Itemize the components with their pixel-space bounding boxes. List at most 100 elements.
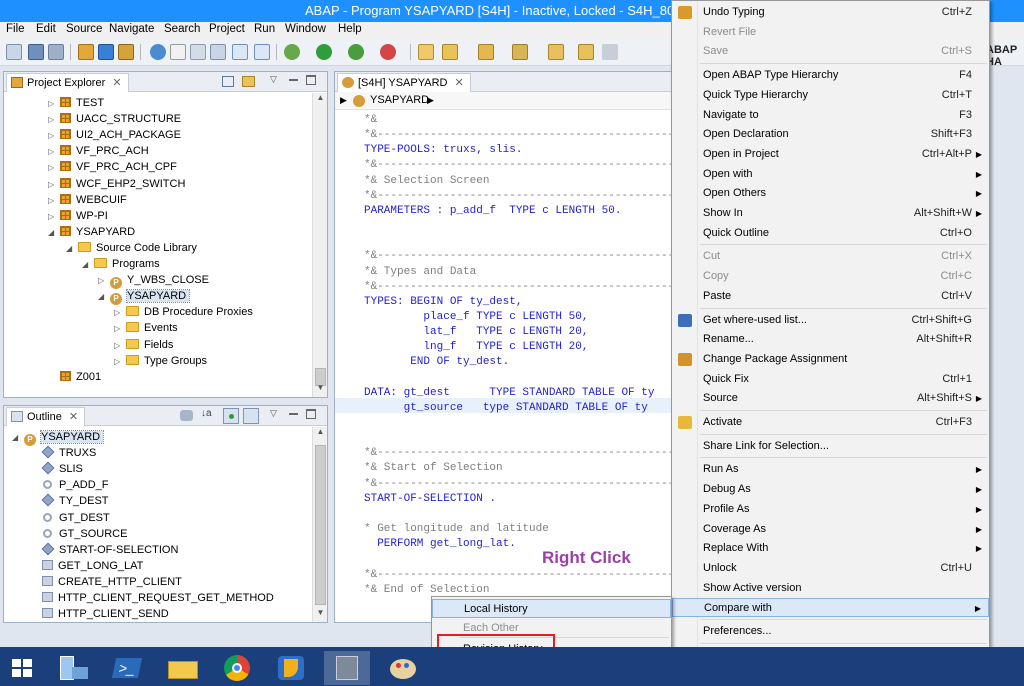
menu-item-share-link-for-selection[interactable]: Share Link for Selection... [672, 437, 989, 456]
tree-item[interactable]: ▷ WEBCUIF [48, 192, 127, 208]
menu-item-show-active-version[interactable]: Show Active version [672, 579, 989, 598]
menu-item-run-as[interactable]: Run As ▶ [672, 460, 989, 479]
expand-arrow-icon[interactable]: ▷ [98, 273, 108, 289]
menu-item-unlock[interactable]: Unlock Ctrl+U [672, 559, 989, 578]
scroll-down-icon[interactable]: ▼ [313, 608, 328, 622]
project-explorer-tab[interactable]: Project Explorer ✕ [6, 73, 129, 92]
filter-nonpublic-icon[interactable] [243, 408, 259, 424]
tree-item[interactable]: ▷ Type Groups [114, 353, 207, 369]
breadcrumb-arrow-icon[interactable]: ▶ [340, 95, 347, 106]
toggle-search-icon[interactable] [254, 44, 270, 60]
tree-item[interactable]: ▷ TEST [48, 95, 104, 111]
tree-item[interactable]: ◢ P YSAPYARD [98, 288, 191, 306]
debug-config-icon[interactable] [118, 44, 134, 60]
toggle-mark-icon[interactable] [232, 44, 248, 60]
breadcrumb-label[interactable]: YSAPYARD [370, 94, 429, 106]
menu-window[interactable]: Window [285, 23, 326, 35]
tree-item[interactable]: ▷ UACC_STRUCTURE [48, 111, 181, 127]
menu-item-quick-type-hierarchy[interactable]: Quick Type Hierarchy Ctrl+T [672, 86, 989, 105]
activate-icon[interactable] [210, 44, 226, 60]
expand-arrow-icon[interactable]: ▷ [48, 209, 58, 225]
expand-arrow-icon[interactable]: ▷ [48, 112, 58, 128]
menu-source[interactable]: Source [66, 23, 102, 35]
file-explorer-icon[interactable] [160, 651, 206, 685]
menu-project[interactable]: Project [209, 23, 245, 35]
menu-search[interactable]: Search [164, 23, 200, 35]
view-menu-icon[interactable]: ▽ [270, 74, 277, 85]
collapse-arrow-icon[interactable]: ◢ [98, 289, 108, 305]
open-package-icon[interactable] [78, 44, 94, 60]
menu-item-activate[interactable]: Activate Ctrl+F3 [672, 413, 989, 432]
menu-item-show-in[interactable]: Show In Alt+Shift+W ▶ [672, 204, 989, 223]
outline-item[interactable]: HTTP_CLIENT_REQUEST_GET_METHOD [40, 590, 274, 606]
code-area[interactable]: *& *&------------------------------------… [335, 111, 679, 622]
windows-start-icon[interactable] [0, 651, 46, 685]
tree-item[interactable]: ◢ Programs [82, 256, 160, 272]
tree-item[interactable]: ▷ Fields [114, 337, 173, 353]
menu-item-open-in-project[interactable]: Open in Project Ctrl+Alt+P ▶ [672, 145, 989, 164]
outline-tab[interactable]: Outline ✕ [6, 407, 86, 426]
tree-item[interactable]: ▷ VF_PRC_ACH_CPF [48, 159, 177, 175]
project-explorer-scrollbar[interactable]: ▲ ▼ [312, 93, 327, 397]
server-manager-icon[interactable] [50, 651, 96, 685]
external-tools-icon[interactable] [380, 44, 396, 60]
menu-item-paste[interactable]: Paste Ctrl+V [672, 287, 989, 306]
coverage-icon[interactable] [348, 44, 364, 60]
outline-item[interactable]: CREATE_HTTP_CLIENT [40, 574, 182, 590]
minimize-icon[interactable] [289, 413, 298, 415]
outline-item[interactable]: GT_DEST [40, 510, 110, 526]
tree-item[interactable]: ▷ P Y_WBS_CLOSE [98, 272, 209, 290]
expand-arrow-icon[interactable]: ▷ [48, 160, 58, 176]
menu-item-open-abap-type-hierarchy[interactable]: Open ABAP Type Hierarchy F4 [672, 66, 989, 85]
tree-item[interactable]: ◢ YSAPYARD [48, 224, 135, 240]
back-icon[interactable] [548, 44, 564, 60]
scrollbar-thumb[interactable] [315, 445, 326, 605]
minimize-icon[interactable] [289, 79, 298, 81]
menu-item-change-package-assignment[interactable]: Change Package Assignment [672, 350, 989, 369]
expand-arrow-icon[interactable]: ▷ [114, 321, 124, 337]
eclipse-icon[interactable] [268, 651, 314, 685]
menu-item-debug-as[interactable]: Debug As ▶ [672, 480, 989, 499]
outline-item[interactable]: HTTP_CLIENT_SEND [40, 606, 169, 622]
outline-item[interactable]: TRUXS [40, 445, 96, 461]
sap-logon-icon[interactable] [324, 651, 370, 685]
outline-item[interactable]: START-OF-SELECTION [40, 542, 178, 558]
tree-item[interactable]: ▷ VF_PRC_ACH [48, 143, 149, 159]
new-icon[interactable] [6, 44, 22, 60]
menu-item-quick-outline[interactable]: Quick Outline Ctrl+O [672, 224, 989, 243]
forward-icon[interactable] [578, 44, 594, 60]
scroll-up-icon[interactable]: ▲ [313, 93, 328, 107]
format-icon[interactable] [170, 44, 186, 60]
tree-item[interactable]: ▷ WP-PI [48, 208, 108, 224]
scroll-up-icon[interactable]: ▲ [313, 427, 328, 441]
menu-help[interactable]: Help [338, 23, 362, 35]
menu-item-navigate-to[interactable]: Navigate to F3 [672, 106, 989, 125]
maximize-icon[interactable] [306, 75, 316, 85]
collapse-arrow-icon[interactable]: ◢ [66, 241, 76, 257]
expand-arrow-icon[interactable]: ▷ [114, 338, 124, 354]
save-all-icon[interactable] [48, 44, 64, 60]
sort-icon[interactable]: ↓a [201, 408, 212, 419]
tree-item[interactable]: ▷ Events [114, 320, 178, 336]
menu-item-source[interactable]: Source Alt+Shift+S ▶ [672, 389, 989, 408]
outline-item[interactable]: P_ADD_F [40, 477, 109, 493]
submenu-item-local-history[interactable]: Local History [432, 599, 671, 618]
save-icon[interactable] [28, 44, 44, 60]
powershell-icon[interactable]: >_ [104, 651, 150, 685]
forward-disabled-icon[interactable] [602, 44, 618, 60]
collapse-arrow-icon[interactable]: ◢ [48, 225, 58, 241]
breadcrumb-next-icon[interactable]: ▶ [427, 95, 434, 106]
menu-item-profile-as[interactable]: Profile As ▶ [672, 500, 989, 519]
menu-item-replace-with[interactable]: Replace With ▶ [672, 539, 989, 558]
outline-item[interactable]: GET_LONG_LAT [40, 558, 143, 574]
paint-icon[interactable] [380, 651, 426, 685]
expand-arrow-icon[interactable]: ▷ [114, 305, 124, 321]
menu-navigate[interactable]: Navigate [109, 23, 154, 35]
menu-item-compare-with[interactable]: Compare with ▶ [672, 598, 989, 618]
close-icon[interactable]: ✕ [455, 77, 464, 89]
chrome-icon[interactable] [214, 651, 260, 685]
annotation-icon[interactable] [478, 44, 494, 60]
outline-scrollbar[interactable]: ▲ ▼ [312, 427, 327, 622]
view-menu-icon[interactable]: ▽ [270, 408, 277, 419]
outline-item[interactable]: GT_SOURCE [40, 526, 127, 542]
